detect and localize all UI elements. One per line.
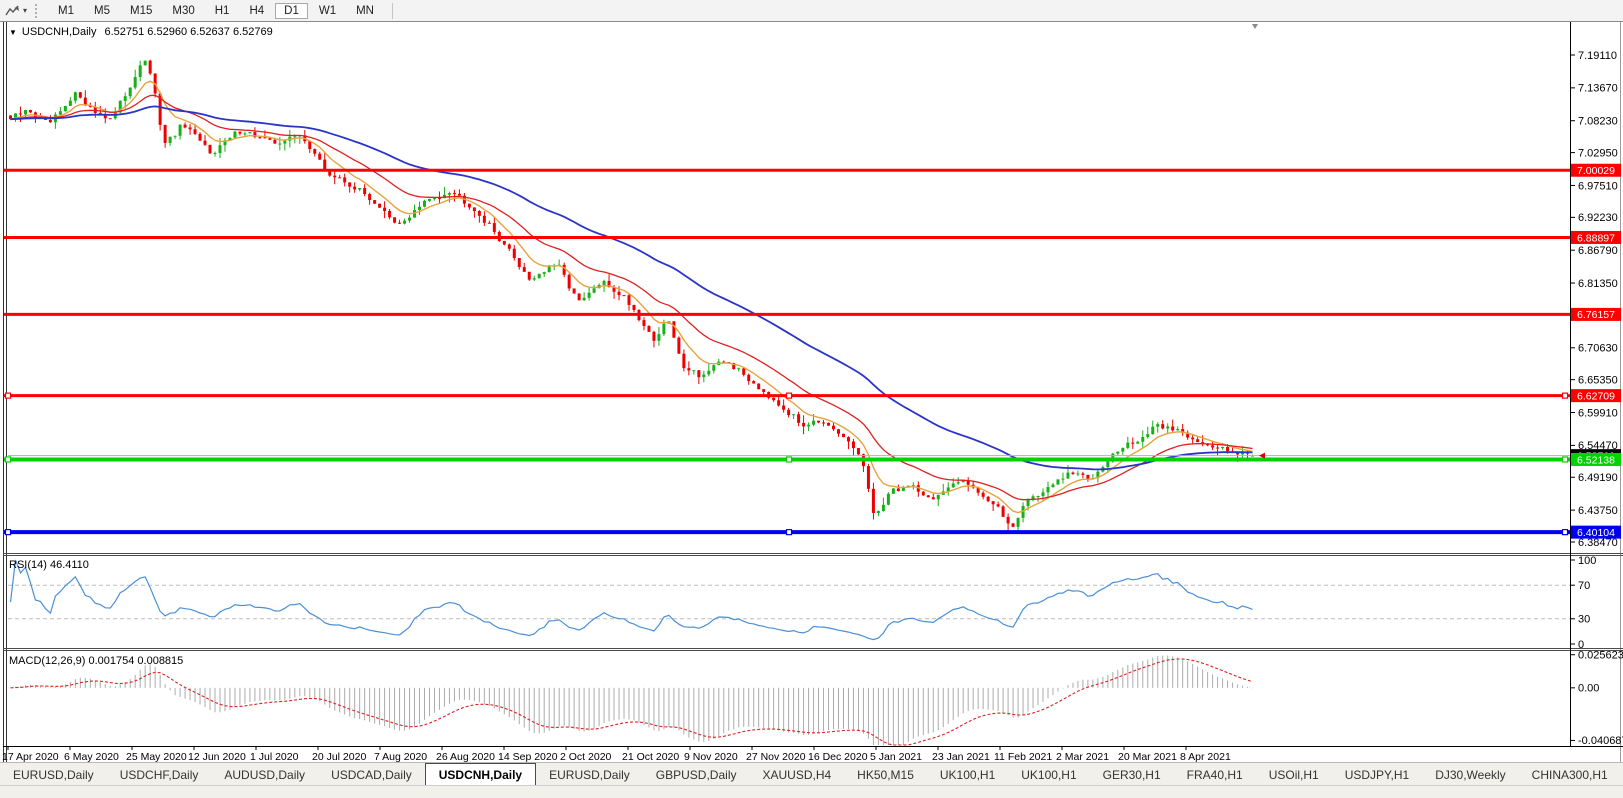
line-anchor[interactable] bbox=[6, 530, 11, 535]
tab-ger30-h1[interactable]: GER30,H1 bbox=[1090, 763, 1174, 786]
line-anchor[interactable] bbox=[787, 393, 792, 398]
mt4-window: ▾ M1M5M15M30H1H4D1W1MN 7.19110 7.13670 7.0… bbox=[0, 0, 1623, 797]
chart-tabs: EURUSD,DailyUSDCHF,DailyAUDUSD,DailyUSDC… bbox=[0, 762, 1623, 786]
tab-usdcnh-daily[interactable]: USDCNH,Daily bbox=[425, 763, 536, 786]
price-axis-label: 6.81350 bbox=[1578, 278, 1618, 290]
price-axis-line bbox=[1570, 22, 1571, 746]
price-axis-label: 6.59910 bbox=[1578, 407, 1618, 419]
tab-usoil-h1[interactable]: USOil,H1 bbox=[1256, 763, 1332, 786]
timeframe-button-m5[interactable]: M5 bbox=[85, 3, 119, 19]
timeframe-button-h4[interactable]: H4 bbox=[240, 3, 273, 19]
tab-xauusd-h4[interactable]: XAUUSD,H4 bbox=[749, 763, 844, 786]
svg-text:6.76157: 6.76157 bbox=[1577, 309, 1615, 321]
macd-axis-label: -0.040687 bbox=[1578, 735, 1623, 747]
price-axis-label: 6.97510 bbox=[1578, 180, 1618, 192]
cursor-tool-icon[interactable] bbox=[3, 3, 23, 19]
price-axis-label: 6.65350 bbox=[1578, 374, 1618, 386]
status-bar bbox=[0, 785, 1623, 798]
line-anchor[interactable] bbox=[787, 457, 792, 462]
price-tag-6.52138: 6.52138 bbox=[1571, 453, 1621, 466]
tab-fra40-h1[interactable]: FRA40,H1 bbox=[1174, 763, 1256, 786]
svg-text:6.62709: 6.62709 bbox=[1577, 390, 1615, 402]
toolbar: ▾ M1M5M15M30H1H4D1W1MN bbox=[0, 0, 1623, 22]
price-tag-6.88897: 6.88897 bbox=[1571, 231, 1621, 244]
price-tag-7.00029: 7.00029 bbox=[1571, 164, 1621, 177]
timeframe-buttons: M1M5M15M30H1H4D1W1MN bbox=[48, 3, 384, 19]
hline-6.40104[interactable] bbox=[4, 530, 1570, 535]
price-tag-6.40104: 6.40104 bbox=[1571, 526, 1621, 539]
time-axis-line bbox=[3, 746, 1623, 747]
svg-text:7.00029: 7.00029 bbox=[1577, 165, 1615, 177]
tab-usdjpy-h1[interactable]: USDJPY,H1 bbox=[1332, 763, 1422, 786]
chart-title: ▼ USDCNH,Daily 6.52751 6.52960 6.52637 6.5… bbox=[9, 26, 273, 38]
tab-eurusd-daily[interactable]: EURUSD,Daily bbox=[0, 763, 107, 786]
chart-symbol: USDCNH,Daily bbox=[22, 26, 97, 38]
line-anchor[interactable] bbox=[1563, 393, 1568, 398]
rsi-axis-label: 100 bbox=[1578, 555, 1596, 567]
line-anchor[interactable] bbox=[787, 530, 792, 535]
svg-text:6.88897: 6.88897 bbox=[1577, 232, 1615, 244]
macd-axis-label: 0.00 bbox=[1578, 683, 1599, 695]
window-right-border bbox=[1620, 21, 1621, 785]
hline-6.52138[interactable] bbox=[4, 457, 1570, 462]
chart-ohlc-values: 6.52751 6.52960 6.52637 6.52769 bbox=[104, 26, 272, 38]
tab-uk100-h1[interactable]: UK100,H1 bbox=[927, 763, 1008, 786]
macd-axis-label: 0.025623 bbox=[1578, 650, 1623, 662]
pane-separator[interactable] bbox=[3, 648, 1623, 649]
timeframe-button-d1[interactable]: D1 bbox=[275, 3, 308, 19]
tab-dj30-weekly[interactable]: DJ30,Weekly bbox=[1422, 763, 1518, 786]
timeframe-button-w1[interactable]: W1 bbox=[310, 3, 345, 19]
rsi-axis-label: 30 bbox=[1578, 614, 1590, 626]
line-anchor[interactable] bbox=[6, 457, 11, 462]
tab-hk50-m15[interactable]: HK50,M15 bbox=[844, 763, 927, 786]
toolbar-grip[interactable] bbox=[35, 4, 40, 18]
line-anchor[interactable] bbox=[1563, 530, 1568, 535]
tab-eurusd-daily[interactable]: EURUSD,Daily bbox=[536, 763, 643, 786]
collapse-triangle-icon[interactable]: ▼ bbox=[9, 28, 17, 37]
price-axis-label: 6.43750 bbox=[1578, 505, 1618, 517]
timeframe-button-h1[interactable]: H1 bbox=[206, 3, 239, 19]
svg-text:6.40104: 6.40104 bbox=[1577, 527, 1615, 539]
price-axis-label: 6.70630 bbox=[1578, 343, 1618, 355]
timeframe-button-m15[interactable]: M15 bbox=[121, 3, 161, 19]
price-axis-label: 7.19110 bbox=[1578, 50, 1617, 62]
tab-gbpusd-daily[interactable]: GBPUSD,Daily bbox=[643, 763, 750, 786]
price-axis-label: 6.49190 bbox=[1578, 472, 1618, 484]
price-axis-label: 7.08230 bbox=[1578, 116, 1618, 128]
chevron-down-icon[interactable]: ▾ bbox=[23, 6, 27, 15]
price-tag-6.62709: 6.62709 bbox=[1571, 389, 1621, 402]
line-anchor[interactable] bbox=[1563, 457, 1568, 462]
price-axis-label: 6.92230 bbox=[1578, 212, 1618, 224]
price-tag-6.76157: 6.76157 bbox=[1571, 308, 1621, 321]
toolbar-separator bbox=[392, 3, 393, 19]
line-anchor[interactable] bbox=[6, 393, 11, 398]
pane-separator[interactable] bbox=[3, 555, 1623, 556]
price-axis-label: 7.13670 bbox=[1578, 83, 1618, 95]
rsi-label: RSI(14) 46.4110 bbox=[9, 559, 89, 571]
pane-separator[interactable] bbox=[3, 553, 1623, 554]
tab-usdcad-daily[interactable]: USDCAD,Daily bbox=[318, 763, 425, 786]
timeframe-button-m30[interactable]: M30 bbox=[163, 3, 203, 19]
svg-text:6.52138: 6.52138 bbox=[1577, 454, 1615, 466]
chart-canvas[interactable]: 7.19110 7.13670 7.08230 7.02950 6.97510 6.922… bbox=[0, 0, 1623, 797]
price-axis-label: 6.86790 bbox=[1578, 245, 1618, 257]
rsi-axis-label: 70 bbox=[1578, 580, 1590, 592]
timeframe-button-mn[interactable]: MN bbox=[347, 3, 383, 19]
pane-separator[interactable] bbox=[3, 650, 1623, 651]
price-axis-label: 7.02950 bbox=[1578, 147, 1618, 159]
tab-uk100-h1[interactable]: UK100,H1 bbox=[1008, 763, 1089, 786]
macd-label: MACD(12,26,9) 0.001754 0.008815 bbox=[9, 655, 183, 667]
timeframe-button-m1[interactable]: M1 bbox=[49, 3, 83, 19]
tab-usdchf-daily[interactable]: USDCHF,Daily bbox=[107, 763, 212, 786]
tab-audusd-daily[interactable]: AUDUSD,Daily bbox=[211, 763, 318, 786]
tab-china300-h1[interactable]: CHINA300,H1 bbox=[1519, 763, 1621, 786]
